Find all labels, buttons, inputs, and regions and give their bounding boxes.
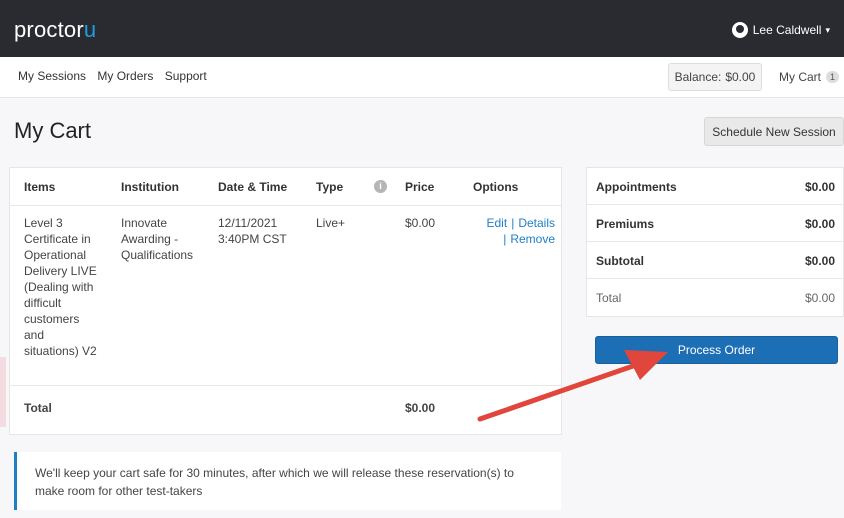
my-cart-link[interactable]: My Cart 1 [779, 70, 840, 84]
row-options: Edit | Details | Remove [473, 215, 556, 247]
item-line: (Dealing with [24, 280, 94, 294]
top-bar: proctoru Lee Caldwell ▾ [0, 0, 844, 57]
summary-value: $0.00 [804, 180, 835, 194]
cart-label: My Cart [779, 70, 821, 84]
cart-count-badge: 1 [826, 71, 840, 83]
avatar-icon [731, 22, 748, 38]
institution: Innovate Awarding - Qualifications [121, 215, 213, 263]
logo-mark: u [83, 17, 97, 42]
date-time: 12/11/2021 3:40PM CST [218, 215, 310, 247]
schedule-new-session-button[interactable]: Schedule New Session [704, 117, 844, 146]
institution-line: Innovate [121, 216, 168, 230]
user-name: Lee Caldwell [752, 23, 822, 37]
header-divider [10, 205, 561, 206]
chevron-down-icon: ▾ [825, 24, 830, 35]
logo-text: proctor [14, 17, 84, 42]
edit-link[interactable]: Edit [487, 216, 508, 230]
summary-value: $0.00 [804, 217, 835, 231]
item-name: Level 3 Certificate in Operational Deliv… [24, 215, 116, 359]
process-order-button[interactable]: Process Order [595, 336, 838, 364]
summary-value: $0.00 [804, 291, 835, 305]
item-line: customers [24, 312, 80, 326]
order-summary: Appointments $0.00 Premiums $0.00 Subtot… [586, 167, 844, 317]
nav-bar: My Sessions My Orders Support Balance: $… [0, 57, 844, 98]
summary-label: Appointments [596, 180, 677, 194]
date-line: 12/11/2021 [218, 216, 278, 230]
reservation-notice: We'll keep your cart safe for 30 minutes… [14, 452, 561, 510]
item-line: and [24, 328, 45, 342]
summary-row-premiums: Premiums $0.00 [587, 205, 843, 242]
header-items: Items [24, 180, 56, 194]
cart-total-value: $0.00 [405, 401, 436, 415]
header-date-time: Date & Time [218, 180, 288, 194]
balance-value: $0.00 [725, 70, 756, 84]
nav-my-sessions[interactable]: My Sessions [18, 69, 86, 83]
header-type: Type [316, 180, 344, 194]
item-line: difficult [24, 296, 62, 310]
header-institution: Institution [121, 180, 179, 194]
nav-support[interactable]: Support [165, 69, 207, 83]
item-line: situations) V2 [24, 344, 97, 358]
header-price: Price [405, 180, 435, 194]
summary-label: Total [596, 291, 622, 305]
item-line: Operational [24, 248, 87, 262]
summary-row-appointments: Appointments $0.00 [587, 168, 843, 205]
session-type: Live+ [316, 216, 346, 230]
cart-total-label: Total [24, 401, 52, 415]
item-line: Level 3 [24, 216, 63, 230]
balance-label: Balance: [674, 70, 722, 84]
nav-links: My Sessions My Orders Support [18, 69, 215, 83]
page-title: My Cart [14, 118, 91, 143]
item-price: $0.00 [405, 216, 436, 230]
item-line: Delivery LIVE [24, 264, 97, 278]
summary-value: $0.00 [804, 254, 835, 268]
row-divider [10, 385, 561, 386]
options-separator: | [511, 216, 515, 230]
summary-row-subtotal: Subtotal $0.00 [587, 242, 843, 279]
nav-my-orders[interactable]: My Orders [97, 69, 153, 83]
summary-label: Subtotal [596, 254, 644, 268]
summary-row-total: Total $0.00 [587, 279, 843, 316]
header-options: Options [473, 180, 519, 194]
institution-line: Awarding - [121, 232, 179, 246]
balance-button[interactable]: Balance: $0.00 [668, 63, 762, 91]
cart-table: Items Institution Date & Time Type i Pri… [9, 167, 562, 435]
details-link[interactable]: Details [518, 216, 555, 230]
options-separator: | [503, 232, 507, 246]
summary-label: Premiums [596, 217, 655, 231]
user-menu[interactable]: Lee Caldwell ▾ [731, 22, 830, 38]
item-line: Certificate in [24, 232, 91, 246]
info-icon[interactable]: i [374, 180, 387, 193]
edge-decoration [0, 357, 6, 427]
logo[interactable]: proctoru [14, 17, 96, 43]
time-line: 3:40PM CST [218, 232, 287, 246]
institution-line: Qualifications [121, 248, 194, 262]
remove-link[interactable]: Remove [510, 232, 555, 246]
